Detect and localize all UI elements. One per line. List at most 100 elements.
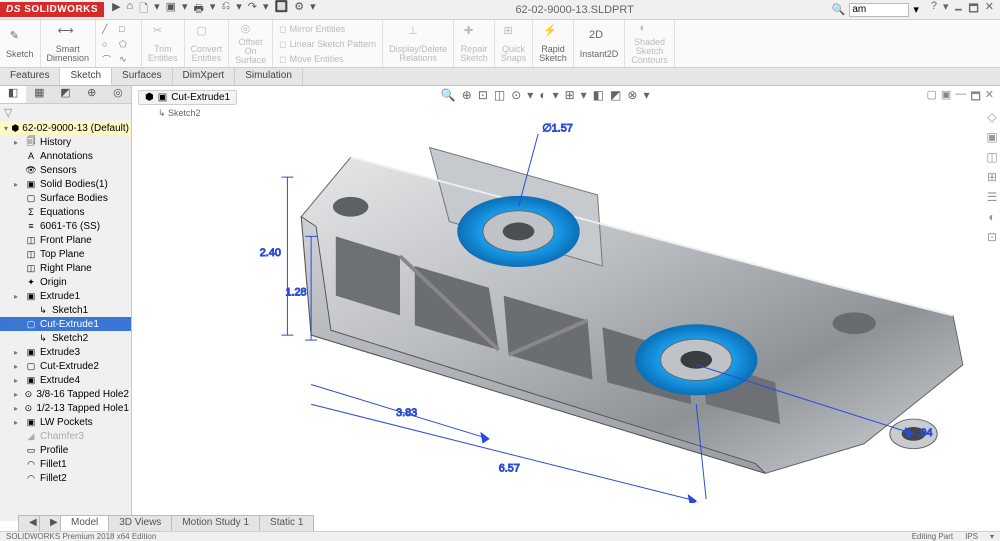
fm-tab-4[interactable]: ◎ <box>105 86 131 103</box>
hud-button-13[interactable]: ▾ <box>643 88 649 102</box>
tree-root[interactable]: ▾ ⬢ 62-02-9000-13 (Default) <box>0 121 131 135</box>
taskpane-tab-3[interactable]: ⊞ <box>987 170 997 184</box>
window-close-button[interactable]: ✕ <box>985 0 994 19</box>
qat-button-0[interactable]: ▶ <box>112 0 120 19</box>
dim-d6[interactable]: ∅1.57 <box>690 502 721 503</box>
expand-icon[interactable]: ▸ <box>14 180 22 189</box>
tree-item-cut-extrude1[interactable]: ▾▢Cut-Extrude1 <box>0 317 131 331</box>
hud-button-10[interactable]: ◧ <box>593 88 604 102</box>
expand-icon[interactable]: ▸ <box>14 418 22 427</box>
window-min-button[interactable]: 🗕 <box>955 0 963 19</box>
bottom-tab-static-1[interactable]: Static 1 <box>259 515 314 531</box>
expand-icon[interactable]: ▸ <box>14 292 22 301</box>
taskpane-tab-6[interactable]: ⊡ <box>987 230 997 244</box>
help-button[interactable]: ▾ <box>943 0 949 19</box>
tree-item-sketch2[interactable]: ↳Sketch2 <box>0 331 131 345</box>
tree-item-extrude4[interactable]: ▸▣Extrude4 <box>0 373 131 387</box>
fm-tab-2[interactable]: ◩ <box>52 86 78 103</box>
graphics-area[interactable]: ⬢ ▣ Cut-Extrude1 ↳ Sketch2 🔍⊕⊡◫⊙▾◐▾⊞▾◧◩⊗… <box>132 86 1000 521</box>
tab-nav-prev[interactable]: ◀ <box>18 515 40 531</box>
qat-button-4[interactable]: ▣ <box>166 0 176 19</box>
tree-item-origin[interactable]: ✦Origin <box>0 275 131 289</box>
tree-item-6061-t6-ss-[interactable]: ≡6061-T6 (SS) <box>0 219 131 233</box>
expand-icon[interactable]: ▸ <box>14 376 22 385</box>
tree-item-1-2-13-tapped-hole1[interactable]: ▸⊙1/2-13 Tapped Hole1 <box>0 401 131 415</box>
sketch-entity-2[interactable]: ○ <box>102 37 118 51</box>
tree-item-history[interactable]: ▸🗐History <box>0 135 131 149</box>
search-dropdown-icon[interactable]: ▾ <box>913 3 919 16</box>
bottom-tab-motion-study-1[interactable]: Motion Study 1 <box>171 515 260 531</box>
breadcrumb[interactable]: ⬢ ▣ Cut-Extrude1 <box>138 90 237 105</box>
dim-d4[interactable]: 3.83 <box>396 407 417 419</box>
expand-icon[interactable]: ▾ <box>4 124 8 133</box>
tree-item-lw-pockets[interactable]: ▸▣LW Pockets <box>0 415 131 429</box>
tree-item-extrude3[interactable]: ▸▣Extrude3 <box>0 345 131 359</box>
tree-item-cut-extrude2[interactable]: ▸▢Cut-Extrude2 <box>0 359 131 373</box>
qat-button-7[interactable]: ▾ <box>210 0 216 19</box>
bottom-tab-model[interactable]: Model <box>60 515 109 531</box>
ribbon-tab-dimxpert[interactable]: DimXpert <box>173 68 236 85</box>
viewport-button-3[interactable]: 🗖 <box>970 88 980 107</box>
ribbon-tab-surfaces[interactable]: Surfaces <box>112 68 172 85</box>
hud-button-7[interactable]: ▾ <box>553 88 559 102</box>
qat-button-10[interactable]: ↷ <box>248 0 257 19</box>
tree-item-chamfer3[interactable]: ◢Chamfer3 <box>0 429 131 443</box>
taskpane-tab-1[interactable]: ▣ <box>986 130 997 144</box>
dim-d7[interactable]: .04 <box>917 427 932 439</box>
hud-button-11[interactable]: ◩ <box>610 88 621 102</box>
tree-item-sketch1[interactable]: ↳Sketch1 <box>0 303 131 317</box>
expand-icon[interactable]: ▸ <box>14 390 21 399</box>
sketch-entity-0[interactable]: ╱ <box>102 22 118 36</box>
hud-button-12[interactable]: ⊗ <box>627 88 637 102</box>
qat-button-13[interactable]: ⚙ <box>294 0 304 19</box>
hud-button-0[interactable]: 🔍 <box>441 88 456 102</box>
tree-item-annotations[interactable]: AAnnotations <box>0 149 131 163</box>
sketch-entity-5[interactable]: ∿ <box>119 52 135 66</box>
qat-button-5[interactable]: ▾ <box>182 0 188 19</box>
expand-icon[interactable]: ▸ <box>14 404 21 413</box>
taskpane-tab-5[interactable]: ◐ <box>988 210 995 224</box>
tree-item-fillet1[interactable]: ◠Fillet1 <box>0 457 131 471</box>
qat-button-6[interactable]: 🖶 <box>194 0 204 19</box>
taskpane-tab-4[interactable]: ☰ <box>987 190 998 204</box>
status-units[interactable]: IPS <box>965 532 978 541</box>
qat-button-14[interactable]: ▾ <box>310 0 316 19</box>
fm-tab-1[interactable]: ▦ <box>26 86 52 103</box>
sketch-entity-3[interactable]: ⬠ <box>119 37 135 51</box>
tree-item-fillet2[interactable]: ◠Fillet2 <box>0 471 131 485</box>
ribbon-tab-simulation[interactable]: Simulation <box>235 68 303 85</box>
tree-item-profile[interactable]: ▭Profile <box>0 443 131 457</box>
hud-button-1[interactable]: ⊕ <box>462 88 472 102</box>
smart-dimension-button[interactable]: ⟷ Smart Dimension <box>41 20 97 67</box>
tree-item-extrude1[interactable]: ▸▣Extrude1 <box>0 289 131 303</box>
taskpane-tab-0[interactable]: ◇ <box>987 110 996 124</box>
bottom-tab-3d-views[interactable]: 3D Views <box>108 515 172 531</box>
model-canvas[interactable]: ∅1.57 2.40 1.28 3.83 6.57 ∅1.57 <box>134 108 982 503</box>
sketch-entity-1[interactable]: □ <box>119 22 135 36</box>
dim-d3[interactable]: 1.28 <box>285 287 306 299</box>
dim-d2[interactable]: 2.40 <box>260 247 281 259</box>
tree-item-front-plane[interactable]: ◫Front Plane <box>0 233 131 247</box>
qat-button-2[interactable]: 🗋 <box>139 0 148 19</box>
viewport-button-0[interactable]: ▢ <box>927 88 937 107</box>
hud-button-6[interactable]: ◐ <box>539 88 546 102</box>
tree-item-3-8-16-tapped-hole2[interactable]: ▸⊙3/8-16 Tapped Hole2 <box>0 387 131 401</box>
breadcrumb-feature[interactable]: Cut-Extrude1 <box>171 92 230 103</box>
dim-d5[interactable]: 6.57 <box>499 462 520 474</box>
qat-button-9[interactable]: ▾ <box>236 0 242 19</box>
qat-button-3[interactable]: ▾ <box>154 0 160 19</box>
expand-icon[interactable]: ▸ <box>14 138 22 147</box>
hud-button-2[interactable]: ⊡ <box>478 88 488 102</box>
dim-d1[interactable]: ∅1.57 <box>542 123 573 135</box>
hud-button-4[interactable]: ⊙ <box>511 88 521 102</box>
tree-item-solid-bodies-1-[interactable]: ▸▣Solid Bodies(1) <box>0 177 131 191</box>
status-menu-icon[interactable]: ▾ <box>990 532 994 541</box>
tree-filter-icon[interactable]: ▽ <box>0 104 131 121</box>
qat-button-8[interactable]: ⎌ <box>221 0 230 19</box>
search-input[interactable] <box>849 3 909 17</box>
tree-item-equations[interactable]: ΣEquations <box>0 205 131 219</box>
help-button[interactable]: ? <box>931 0 937 19</box>
search-box[interactable]: 🔍 ▾ <box>826 3 925 17</box>
fm-tab-0[interactable]: ◧ <box>0 86 26 103</box>
sketch-button[interactable]: ✎ Sketch <box>0 20 41 67</box>
